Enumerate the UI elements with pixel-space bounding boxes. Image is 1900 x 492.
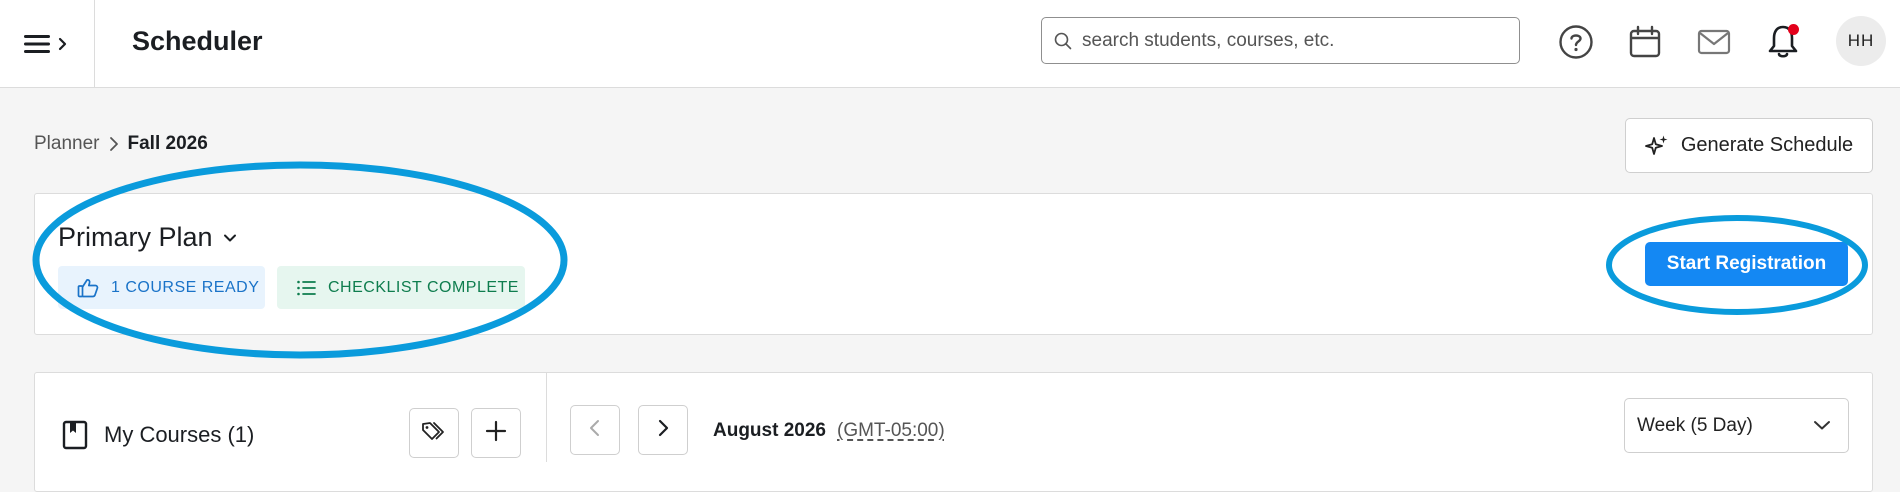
chevron-left-icon — [588, 418, 602, 443]
chevron-down-icon — [223, 233, 237, 243]
previous-week-button[interactable] — [570, 405, 620, 455]
book-icon — [62, 420, 88, 450]
notifications-button[interactable] — [1763, 24, 1803, 64]
generate-schedule-button[interactable]: Generate Schedule — [1625, 118, 1873, 173]
checklist-complete-label: CHECKLIST COMPLETE — [328, 278, 519, 296]
checklist-complete-badge: CHECKLIST COMPLETE — [277, 266, 525, 309]
avatar[interactable]: HH — [1836, 16, 1886, 66]
current-month-label: August 2026 — [713, 420, 826, 441]
help-button[interactable] — [1556, 24, 1596, 64]
calendar-view-value: Week (5 Day) — [1637, 414, 1753, 436]
plus-icon — [485, 420, 507, 447]
top-bar: Scheduler search students, courses, etc.… — [0, 0, 1900, 88]
mail-icon — [1697, 28, 1731, 61]
search-icon — [1054, 32, 1072, 50]
breadcrumb-current: Fall 2026 — [127, 133, 208, 154]
course-ready-label: 1 COURSE READY — [111, 278, 260, 296]
tag-button[interactable] — [409, 408, 459, 458]
sparkle-icon — [1644, 134, 1669, 158]
menu-icon — [22, 32, 72, 56]
my-courses-title: My Courses (1) — [104, 422, 255, 447]
chevron-down-icon — [1812, 415, 1832, 437]
panel-divider — [546, 372, 547, 462]
chevron-right-icon — [656, 418, 670, 443]
checklist-icon — [296, 279, 316, 297]
timezone-label[interactable]: (GMT-05:00) — [837, 420, 945, 442]
add-course-button[interactable] — [471, 408, 521, 458]
calendar-view-select[interactable]: Week (5 Day) — [1624, 398, 1849, 453]
my-courses-header: My Courses (1) — [62, 420, 254, 450]
next-week-button[interactable] — [638, 405, 688, 455]
schedule-panel — [34, 372, 1873, 492]
calendar-button[interactable] — [1625, 24, 1665, 64]
generate-schedule-label: Generate Schedule — [1680, 134, 1854, 156]
chevron-right-icon — [108, 135, 120, 153]
help-icon — [1558, 24, 1594, 65]
plan-title: Primary Plan — [58, 222, 213, 252]
plan-card — [34, 193, 1873, 335]
menu-toggle-button[interactable] — [0, 0, 95, 88]
start-registration-button[interactable]: Start Registration — [1645, 242, 1848, 286]
search-box[interactable] — [1041, 17, 1520, 64]
breadcrumb: Planner Fall 2026 — [34, 133, 208, 155]
plan-selector[interactable]: Primary Plan — [58, 222, 237, 253]
thumbs-up-icon — [77, 278, 99, 298]
app-title: Scheduler — [132, 26, 263, 56]
breadcrumb-planner-link[interactable]: Planner — [34, 133, 100, 155]
calendar-icon — [1628, 25, 1662, 64]
tag-icon — [421, 420, 447, 447]
course-ready-badge: 1 COURSE READY — [58, 266, 265, 309]
mail-button[interactable] — [1694, 24, 1734, 64]
search-input[interactable] — [1080, 28, 1504, 53]
notification-badge — [1788, 24, 1799, 35]
